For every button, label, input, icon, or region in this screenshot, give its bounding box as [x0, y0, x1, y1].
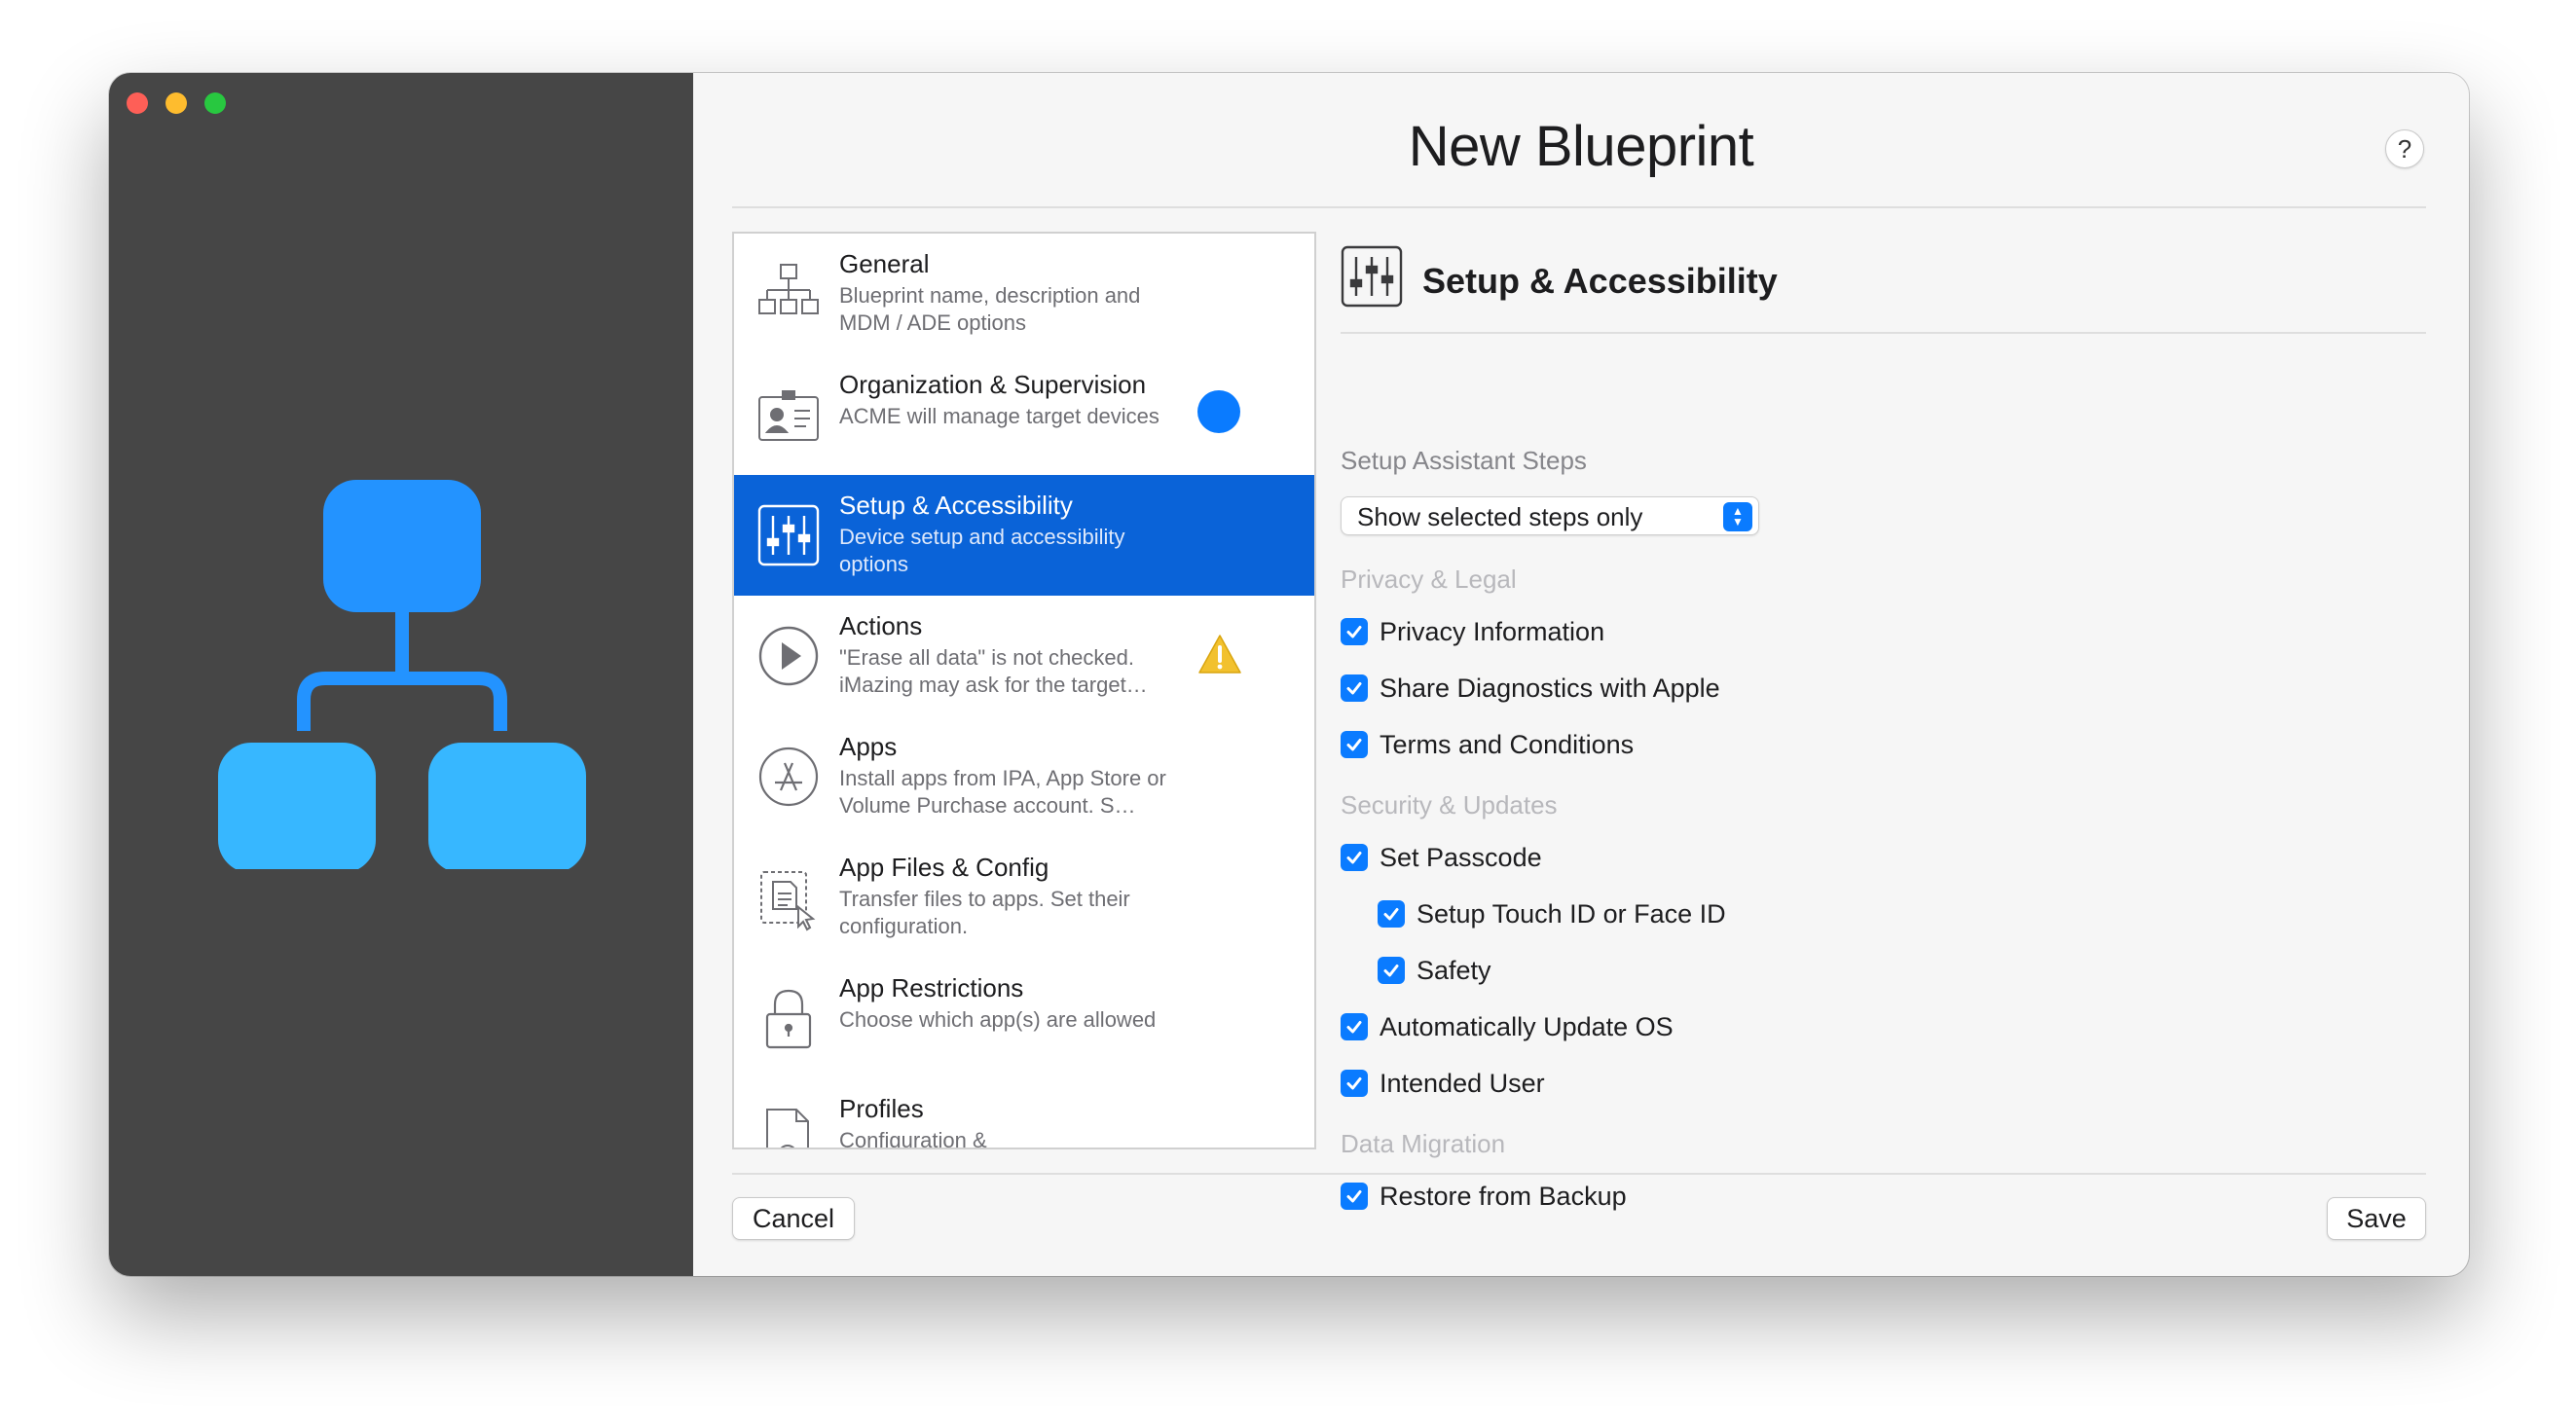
group-label-migration: Data Migration [1341, 1129, 1506, 1158]
list-item-title: Apps [839, 732, 898, 761]
group-label-security: Security & Updates [1341, 790, 1558, 820]
main-panel: New Blueprint ? General Blueprint name, … [693, 73, 2469, 1276]
terms-conditions-checkbox[interactable]: Terms and Conditions [1341, 728, 1634, 761]
sliders-icon [1341, 245, 1403, 308]
list-item-profiles[interactable]: Profiles Configuration & [734, 1078, 1314, 1149]
sliders-icon [757, 504, 820, 566]
help-button[interactable]: ? [2385, 129, 2424, 168]
list-item-subtitle: Device setup and accessibility options [839, 525, 1125, 576]
share-diagnostics-checkbox[interactable]: Share Diagnostics with Apple [1341, 672, 1720, 705]
safety-checkbox[interactable]: Safety [1378, 954, 1491, 987]
touch-id-checkbox[interactable]: Setup Touch ID or Face ID [1378, 897, 1726, 930]
set-passcode-checkbox[interactable]: Set Passcode [1341, 841, 1542, 874]
close-window-button[interactable] [127, 92, 148, 114]
checkbox-label: Automatically Update OS [1380, 1011, 1674, 1041]
checkmark-icon [1341, 1070, 1368, 1097]
checkmark-icon [1341, 674, 1368, 702]
list-item-app-restrictions[interactable]: App Restrictions Choose which app(s) are… [734, 958, 1314, 1078]
list-item-subtitle: Transfer files to apps. Set their config… [839, 887, 1130, 938]
list-item-app-files[interactable]: App Files & Config Transfer files to app… [734, 837, 1314, 958]
hierarchy-icon [758, 264, 819, 314]
divider [1341, 332, 2426, 334]
checkbox-label: Intended User [1380, 1068, 1545, 1098]
checkmark-icon [1341, 731, 1368, 758]
blueprint-section-list[interactable]: General Blueprint name, description and … [732, 232, 1316, 1149]
checkbox-label: Privacy Information [1380, 616, 1605, 646]
list-item-organization[interactable]: Organization & Supervision ACME will man… [734, 354, 1314, 475]
checkmark-icon [1341, 1183, 1368, 1210]
checkmark-icon [1341, 618, 1368, 645]
sidebar-panel [109, 73, 693, 1276]
checkbox-label: Safety [1417, 955, 1491, 985]
play-icon [758, 626, 819, 686]
status-dot [1197, 390, 1240, 433]
checkbox-label: Terms and Conditions [1380, 729, 1635, 759]
group-label-privacy: Privacy & Legal [1341, 565, 1517, 594]
restore-backup-checkbox[interactable]: Restore from Backup [1341, 1180, 1627, 1213]
auto-update-checkbox[interactable]: Automatically Update OS [1341, 1010, 1674, 1043]
list-item-title: General [839, 249, 930, 278]
zoom-window-button[interactable] [204, 92, 226, 114]
blueprint-hierarchy-icon [218, 480, 586, 869]
divider [732, 206, 2426, 208]
privacy-information-checkbox[interactable]: Privacy Information [1341, 615, 1604, 648]
list-item-title: Organization & Supervision [839, 370, 1147, 399]
select-value: Show selected steps only [1357, 502, 1643, 531]
steps-display-select[interactable]: Show selected steps only ▲ ▼ [1341, 496, 1759, 535]
setup-steps-label: Setup Assistant Steps [1341, 446, 1587, 475]
checkmark-icon [1341, 1013, 1368, 1040]
list-item-apps[interactable]: Apps Install apps from IPA, App Store or… [734, 716, 1314, 837]
list-item-title: Setup & Accessibility [839, 491, 1073, 520]
checkbox-label: Setup Touch ID or Face ID [1417, 898, 1726, 929]
blueprint-window: New Blueprint ? General Blueprint name, … [109, 73, 2469, 1276]
file-config-icon [760, 871, 816, 931]
list-item-subtitle: Blueprint name, description and MDM / AD… [839, 283, 1141, 335]
minimize-window-button[interactable] [166, 92, 187, 114]
divider [732, 1173, 2426, 1175]
list-item-title: App Files & Config [839, 853, 1049, 882]
list-item-subtitle: "Erase all data" is not checked. iMazing… [839, 645, 1148, 697]
chevron-up-down-icon: ▲ ▼ [1723, 502, 1752, 531]
list-item-general[interactable]: General Blueprint name, description and … [734, 234, 1314, 354]
list-item-setup-accessibility[interactable]: Setup & Accessibility Device setup and a… [734, 475, 1314, 596]
save-button[interactable]: Save [2327, 1197, 2426, 1240]
app-store-icon [758, 747, 819, 807]
checkmark-icon [1341, 844, 1368, 871]
checkbox-label: Set Passcode [1380, 842, 1542, 872]
lock-icon [765, 989, 812, 1049]
list-item-subtitle: Choose which app(s) are allowed [839, 1007, 1157, 1032]
checkmark-icon [1378, 900, 1405, 928]
list-item-subtitle: ACME will manage target devices [839, 404, 1159, 428]
checkbox-label: Restore from Backup [1380, 1181, 1627, 1211]
intended-user-checkbox[interactable]: Intended User [1341, 1067, 1545, 1100]
cancel-button[interactable]: Cancel [732, 1197, 855, 1240]
list-item-subtitle: Install apps from IPA, App Store or Volu… [839, 766, 1166, 818]
page-title: New Blueprint [1408, 115, 1754, 178]
list-item-title: Actions [839, 611, 923, 640]
list-item-actions[interactable]: Actions "Erase all data" is not checked.… [734, 596, 1314, 716]
profile-gear-icon [766, 1109, 809, 1148]
list-item-title: Profiles [839, 1094, 924, 1123]
list-item-title: App Restrictions [839, 973, 1024, 1002]
warning-icon [1198, 635, 1241, 674]
section-title: Setup & Accessibility [1422, 261, 1778, 301]
checkbox-label: Share Diagnostics with Apple [1380, 673, 1720, 703]
id-card-icon [758, 390, 819, 441]
list-item-subtitle: Configuration & [839, 1128, 987, 1149]
checkmark-icon [1378, 957, 1405, 984]
